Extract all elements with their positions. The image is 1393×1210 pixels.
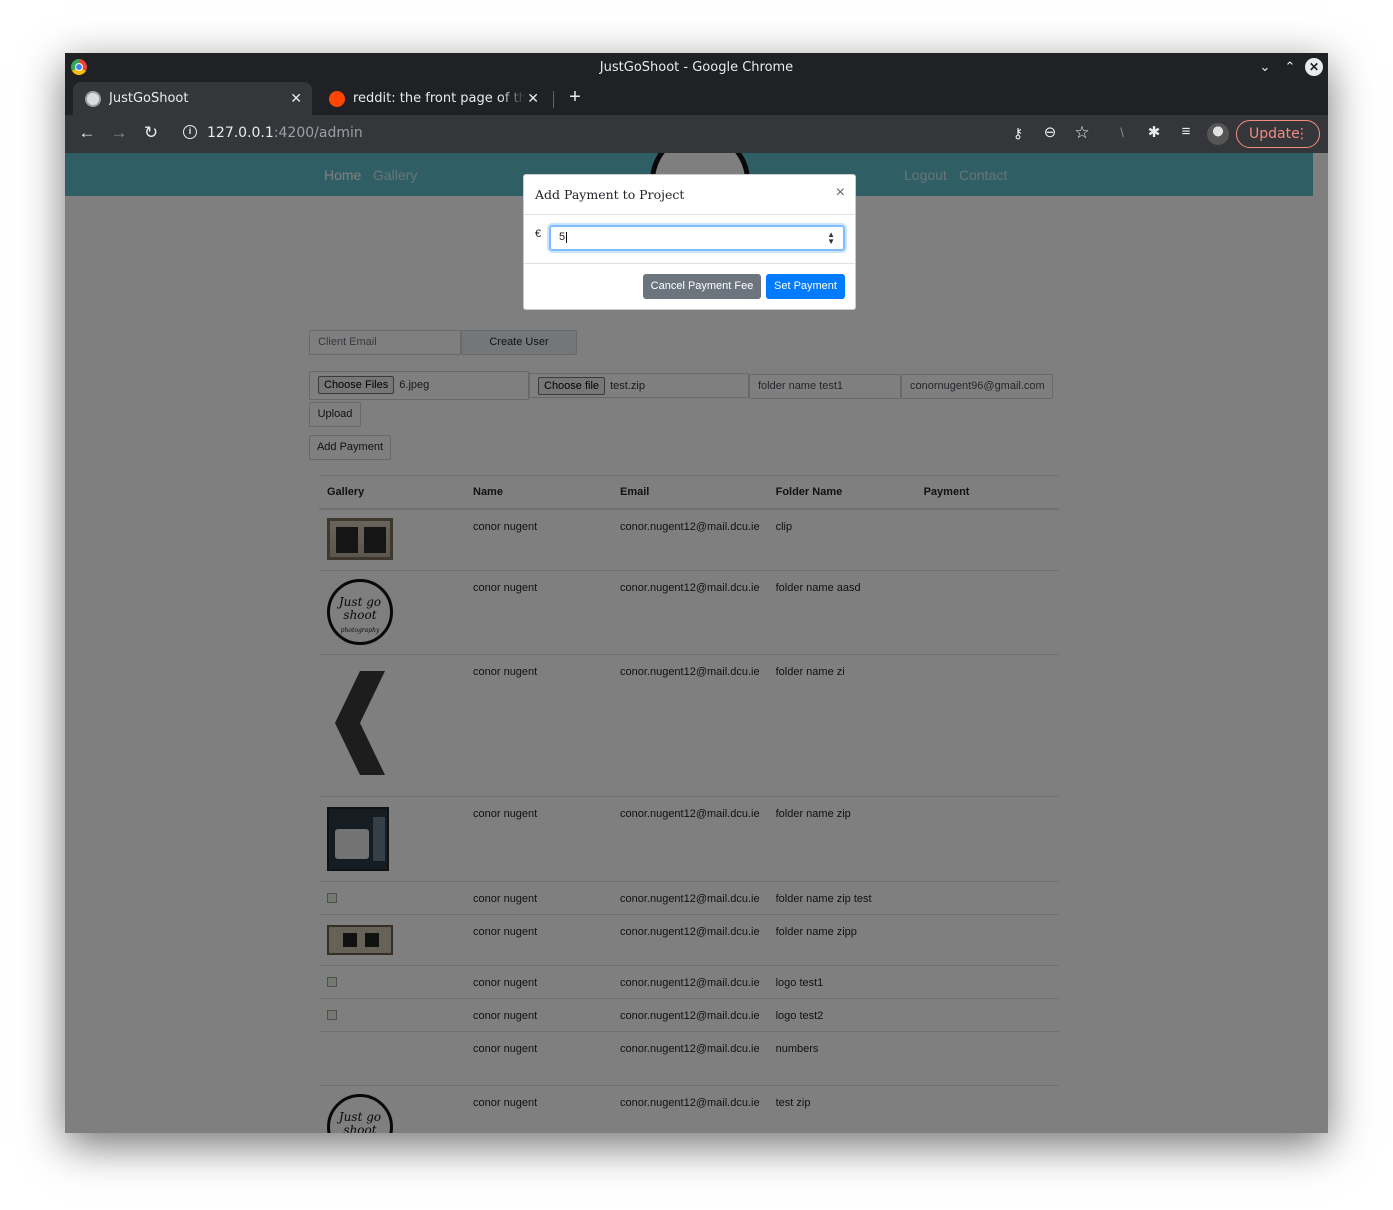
- new-tab-plus-icon[interactable]: +: [565, 86, 585, 109]
- reddit-favicon-icon: [329, 91, 345, 107]
- payment-amount-value: 5: [559, 231, 566, 243]
- minimize-icon[interactable]: ⌄: [1256, 58, 1274, 76]
- tab-separator: [553, 91, 554, 108]
- maximize-icon[interactable]: ⌃: [1281, 58, 1299, 76]
- modal-title: Add Payment to Project: [535, 187, 685, 202]
- back-arrow-icon[interactable]: ←: [76, 123, 98, 143]
- address-bar[interactable]: i 127.0.0.1:4200/admin: [173, 119, 1218, 149]
- cancel-payment-fee-button[interactable]: Cancel Payment Fee: [643, 274, 761, 299]
- forward-arrow-icon[interactable]: →: [108, 123, 130, 143]
- title-bar: JustGoShoot - Google Chrome ⌄ ⌃ ✕: [65, 53, 1328, 82]
- separator-slash-icon: \: [1120, 125, 1124, 140]
- tab-label: reddit: the front page of the internet: [353, 91, 526, 106]
- tab-close-icon[interactable]: ✕: [290, 90, 302, 107]
- url-path: :4200/admin: [273, 125, 363, 141]
- tab-reddit[interactable]: reddit: the front page of the internet ✕: [317, 82, 549, 115]
- update-label: Update: [1249, 126, 1300, 142]
- currency-symbol: €: [535, 228, 542, 240]
- profile-avatar[interactable]: [1207, 123, 1229, 145]
- tab-close-icon[interactable]: ✕: [527, 90, 539, 107]
- site-info-icon[interactable]: i: [183, 125, 197, 139]
- browser-toolbar: ← → ↻ i 127.0.0.1:4200/admin ⚷ ⊖ ☆ \ ✱ ≡: [65, 115, 1328, 153]
- url-host: 127.0.0.1: [207, 125, 274, 141]
- browser-window: JustGoShoot - Google Chrome ⌄ ⌃ ✕ JustGo…: [65, 53, 1328, 1133]
- tab-label: JustGoShoot: [109, 91, 189, 106]
- close-window-icon[interactable]: ✕: [1305, 58, 1323, 76]
- modal-close-icon[interactable]: ×: [836, 184, 845, 202]
- reload-icon[interactable]: ↻: [140, 123, 162, 143]
- page-viewport: Home Gallery Logout Contact Client Email…: [65, 153, 1328, 1133]
- kebab-menu-icon[interactable]: ⋮: [1295, 121, 1309, 147]
- update-button[interactable]: Update ⋮: [1236, 120, 1320, 148]
- zoom-out-icon[interactable]: ⊖: [1039, 123, 1061, 141]
- add-payment-modal: Add Payment to Project × € 5 ▲ ▼ Cancel P…: [523, 174, 856, 310]
- url-text[interactable]: 127.0.0.1:4200/admin: [207, 125, 363, 141]
- puzzle-icon[interactable]: ✱: [1143, 123, 1165, 141]
- text-caret: [566, 231, 568, 243]
- number-spinner-icon[interactable]: ▲ ▼: [827, 231, 835, 246]
- justgoshoot-favicon-icon: [85, 91, 101, 107]
- star-icon[interactable]: ☆: [1071, 123, 1093, 143]
- modal-header: Add Payment to Project ×: [524, 175, 855, 215]
- tab-strip: JustGoShoot ✕ reddit: the front page of …: [65, 82, 1328, 115]
- tab-justgoshoot[interactable]: JustGoShoot ✕: [73, 82, 312, 115]
- modal-body: € 5 ▲ ▼: [524, 216, 855, 264]
- window-title: JustGoShoot - Google Chrome: [599, 60, 794, 75]
- payment-amount-input[interactable]: 5 ▲ ▼: [549, 225, 845, 251]
- set-payment-button[interactable]: Set Payment: [766, 274, 845, 299]
- media-controls-icon[interactable]: ≡: [1175, 123, 1197, 140]
- key-icon[interactable]: ⚷: [1007, 125, 1029, 142]
